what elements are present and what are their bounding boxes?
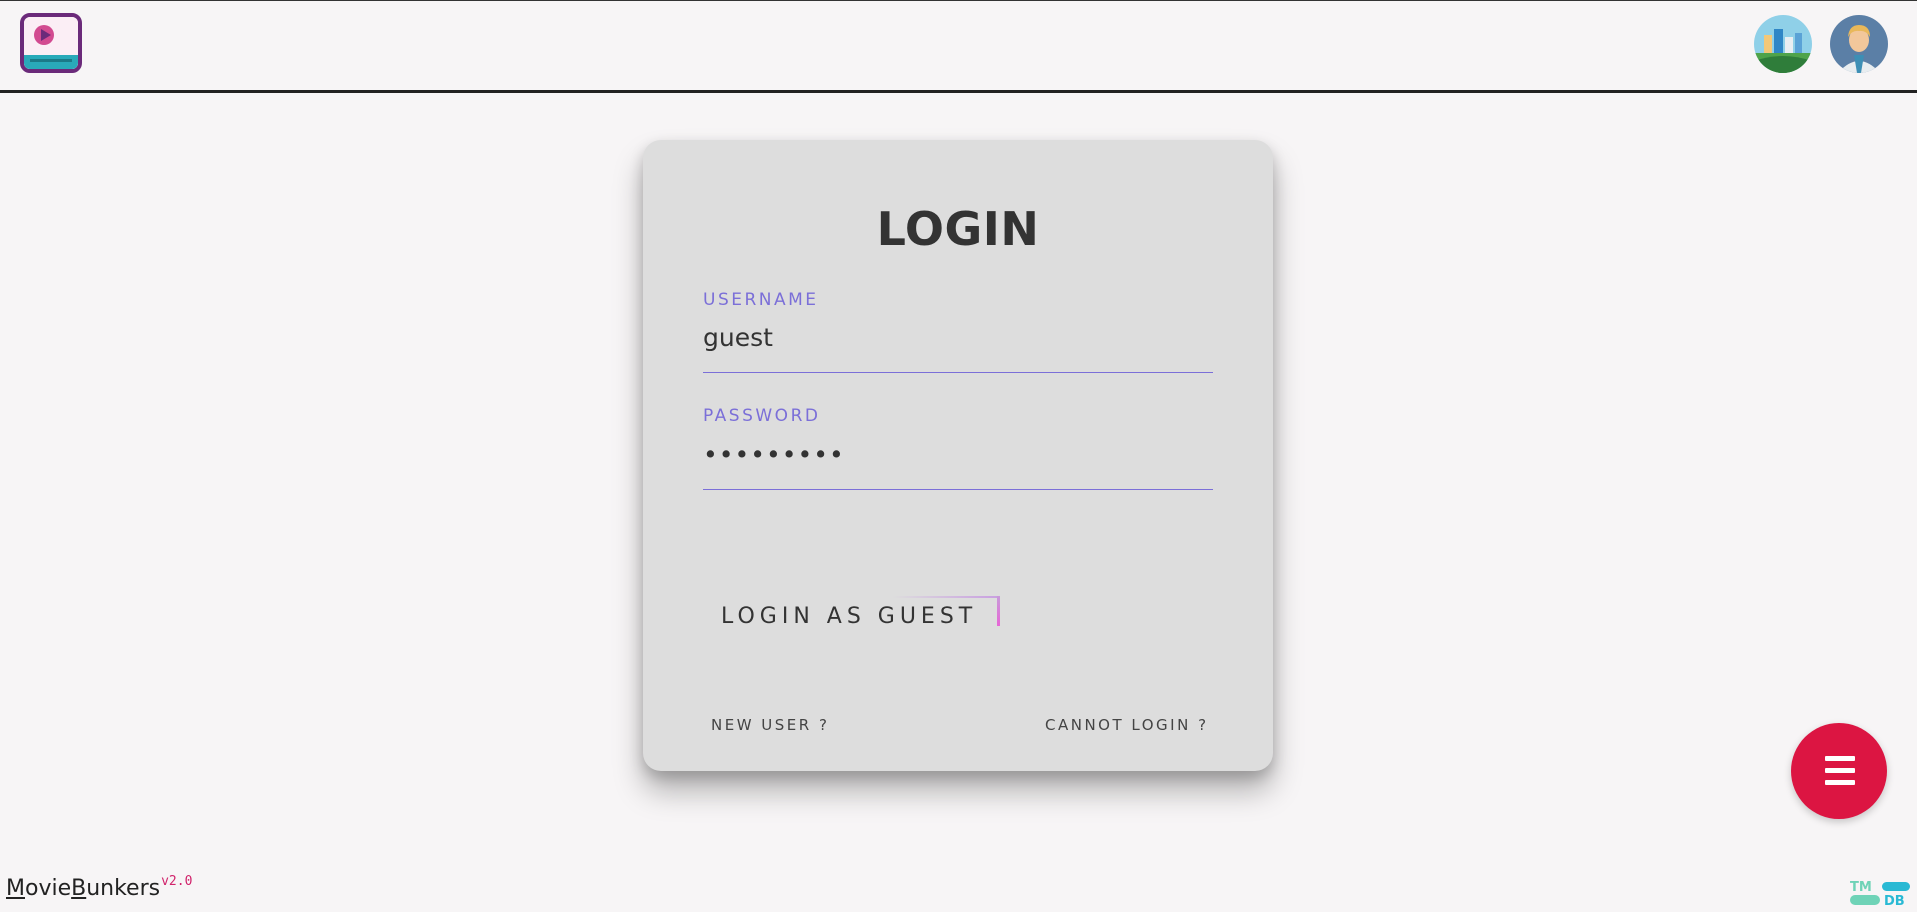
login-as-guest-button[interactable]: LOGIN AS GUEST [721, 596, 997, 636]
password-value[interactable]: ••••••••• [703, 440, 845, 469]
password-label: PASSWORD [703, 406, 821, 426]
username-field[interactable] [703, 320, 1213, 373]
brand-initial-m: M [6, 876, 25, 901]
version-label: v2.0 [161, 874, 193, 889]
play-video-icon[interactable] [20, 13, 82, 73]
guest-button-accent-right [997, 596, 1000, 626]
brand-initial-b: B [71, 876, 87, 901]
tmdb-tm-text: TM [1850, 880, 1872, 895]
cannot-login-link[interactable]: CANNOT LOGIN ? [1045, 716, 1209, 734]
brand-footer: MovieBunkersv2.0 [6, 874, 193, 901]
menu-fab-button[interactable] [1791, 723, 1887, 819]
brand-text-ovie: ovie [24, 876, 72, 901]
login-card: LOGIN USERNAME guest PASSWORD ••••••••• … [643, 140, 1273, 771]
login-title: LOGIN [876, 202, 1040, 256]
top-navbar [0, 0, 1917, 93]
username-label: USERNAME [703, 290, 819, 310]
tmdb-db-text: DB [1884, 894, 1905, 908]
new-user-link[interactable]: NEW USER ? [711, 716, 829, 734]
tmdb-logo-icon[interactable]: TM DB [1848, 878, 1912, 909]
city-avatar-icon[interactable] [1754, 15, 1812, 73]
username-value[interactable]: guest [703, 323, 773, 352]
brand-text-unkers: unkers [86, 876, 161, 901]
menu-icon [1825, 756, 1855, 786]
user-avatar-icon[interactable] [1830, 15, 1888, 73]
